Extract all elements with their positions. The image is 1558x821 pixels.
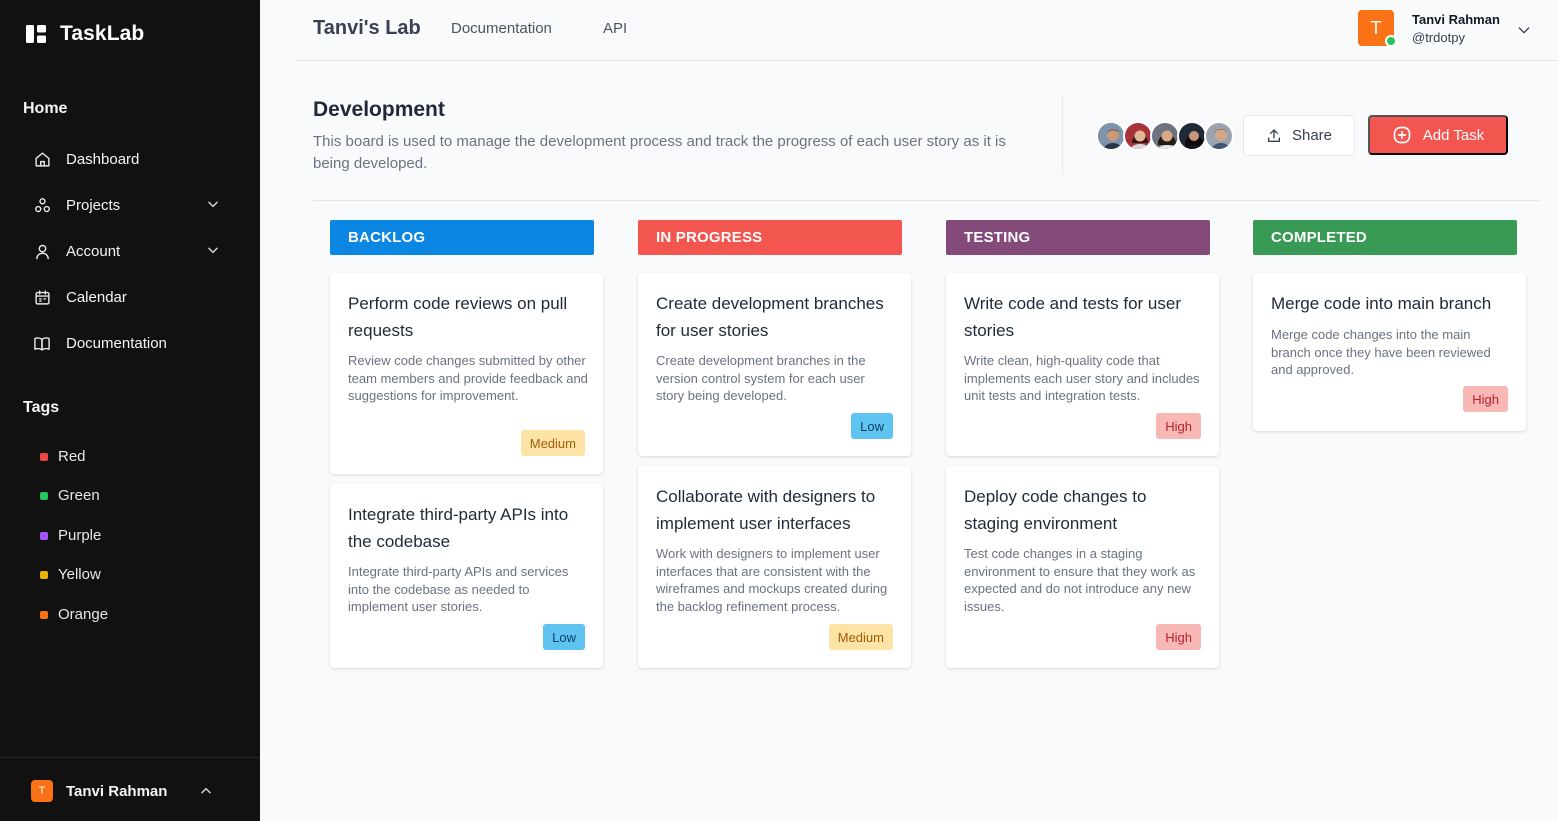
sidebar-item-label: Projects [66,196,121,214]
member-avatar[interactable] [1123,121,1153,151]
header-divider [1062,96,1063,174]
tag-color-dot [40,491,48,500]
user-icon [32,241,52,261]
tags-heading: Tags [23,399,60,416]
member-avatar[interactable] [1204,121,1234,151]
chevron-down-icon[interactable] [206,243,220,257]
user-menu[interactable]: T Tanvi Rahman @trdotpy [1358,10,1538,48]
chevron-down-icon[interactable] [206,197,220,211]
task-description: Test code changes in a staging environme… [964,546,1196,614]
priority-badge: Low [851,413,893,439]
column-header-testing[interactable]: TESTING [946,220,1210,255]
task-description: Merge code changes into the main branch … [1271,327,1491,377]
task-card[interactable]: Create development branches for user sto… [638,273,911,456]
column-header-in-progress[interactable]: IN PROGRESS [638,220,902,255]
home-icon [32,149,52,169]
logo-icon [26,25,46,43]
priority-badge: Medium [828,624,893,650]
column-header-completed[interactable]: COMPLETED [1253,220,1517,255]
sidebar-item-documentation[interactable]: Documentation [32,328,228,358]
sidebar-item-label: Account [66,242,121,260]
column-header-backlog[interactable]: BACKLOG [330,220,594,255]
priority-badge: Low [543,624,585,650]
task-description: Work with designers to implement user in… [656,546,888,614]
book-icon [32,333,52,353]
tag-label: Purple [58,527,102,544]
member-avatar[interactable] [1150,121,1180,151]
priority-badge: Medium [520,430,585,456]
sidebar-item-account[interactable]: Account [32,236,228,266]
tag-red[interactable]: Red [40,448,86,465]
tag-yellow[interactable]: Yellow [40,566,101,583]
tag-orange[interactable]: Orange [40,606,108,623]
user-name: Tanvi Rahman [1412,12,1500,27]
nav-link-api[interactable]: API [603,20,627,37]
priority-badge: High [1156,624,1201,650]
chevron-up-icon[interactable] [199,784,213,798]
sidebar-user-name: Tanvi Rahman [66,782,168,800]
sidebar-item-label: Calendar [66,288,127,306]
brand-name: TaskLab [60,22,145,45]
task-description: Write clean, high-quality code that impl… [964,353,1200,403]
task-title: Merge code into main branch [1271,294,1492,313]
task-title: Integrate third-party APIs into the code… [348,505,569,551]
calendar-icon [32,287,52,307]
add-task-button[interactable]: Add Task [1368,115,1508,155]
board-title: Development [313,98,445,121]
task-description: Integrate third-party APIs and services … [348,564,569,614]
priority-badge: High [1156,413,1201,439]
tag-color-dot [40,570,48,579]
task-card[interactable]: Perform code reviews on pull requests Re… [330,273,603,474]
member-avatar[interactable] [1096,121,1126,151]
task-card[interactable]: Write code and tests for user stories Wr… [946,273,1219,456]
task-title: Collaborate with designers to implement … [656,487,876,533]
chevron-down-icon[interactable] [1516,22,1532,38]
projects-icon [32,195,52,215]
priority-badge: High [1463,386,1508,412]
online-status-indicator [1385,35,1397,47]
task-title: Perform code reviews on pull requests [348,294,568,340]
tag-color-dot [40,610,48,619]
tag-color-dot [40,531,48,540]
share-button[interactable]: Share [1243,115,1355,156]
top-bar: Tanvi's Lab Documentation API T Tanvi Ra… [294,0,1558,61]
tag-label: Red [58,448,86,465]
sidebar-user-menu[interactable]: T Tanvi Rahman [31,779,221,803]
brand[interactable]: TaskLab [26,22,144,46]
sidebar-item-calendar[interactable]: Calendar [32,282,228,312]
task-description: Create development branches in the versi… [656,353,866,403]
sidebar-item-projects[interactable]: Projects [32,190,228,220]
sidebar-item-label: Documentation [66,334,167,352]
board-description: This board is used to manage the develop… [313,133,1006,172]
add-task-button-label: Add Task [1422,126,1485,144]
nav-link-documentation[interactable]: Documentation [451,20,552,37]
task-description: Review code changes submitted by other t… [348,353,588,403]
tag-label: Green [58,487,100,504]
home-heading: Home [23,100,68,117]
avatar: T [31,780,53,802]
task-card[interactable]: Integrate third-party APIs into the code… [330,484,603,668]
sidebar-divider [0,757,260,758]
sidebar-item-label: Dashboard [66,150,140,168]
task-title: Deploy code changes to staging environme… [964,487,1147,533]
share-button-label: Share [1291,127,1333,144]
task-card[interactable]: Deploy code changes to staging environme… [946,466,1219,668]
workspace-title: Tanvi's Lab [313,17,421,39]
task-title: Write code and tests for user stories [964,294,1182,340]
sidebar: TaskLab Home Dashboard Projects Account … [0,0,260,821]
tag-color-dot [40,452,48,461]
tag-purple[interactable]: Purple [40,527,101,544]
tag-label: Yellow [58,566,101,583]
board-divider [313,200,1540,201]
task-title: Create development branches for user sto… [656,294,884,340]
task-card[interactable]: Merge code into main branch Merge code c… [1253,273,1526,431]
member-avatar[interactable] [1177,121,1207,151]
upload-icon [1267,128,1280,142]
tag-green[interactable]: Green [40,487,100,504]
plus-circle-icon [1393,126,1411,144]
sidebar-item-dashboard[interactable]: Dashboard [32,144,228,174]
task-card[interactable]: Collaborate with designers to implement … [638,466,911,668]
user-handle: @trdotpy [1412,30,1465,45]
tag-label: Orange [58,606,109,623]
